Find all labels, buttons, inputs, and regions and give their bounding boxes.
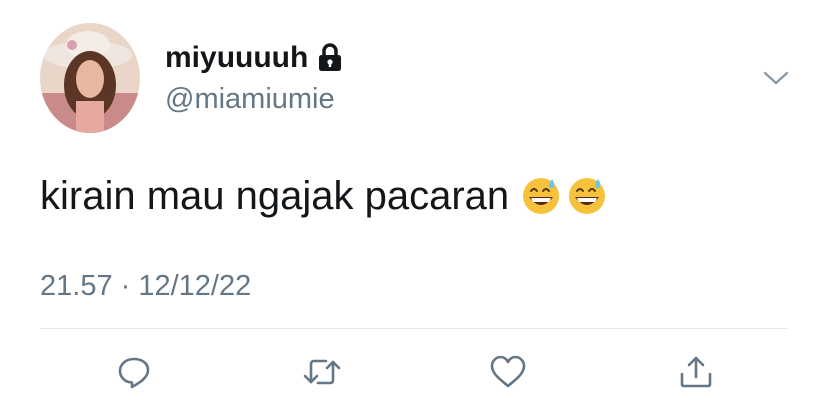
retweet-icon [303,359,341,385]
display-name-text: miyuuuuh [165,41,309,74]
share-button[interactable] [676,352,716,392]
reply-button[interactable] [114,352,154,392]
grinning-face-with-sweat-icon [523,178,560,214]
heart-icon [490,355,526,388]
retweet-button[interactable] [302,352,342,392]
lock-icon [316,43,344,73]
tweet-body: kirain mau ngajak pacaran [40,171,607,221]
reply-icon [118,357,150,389]
tweet-text: kirain mau ngajak pacaran [40,174,510,218]
timestamp[interactable]: 21.57 · 12/12/22 [40,268,251,304]
avatar[interactable] [40,23,140,133]
tweet-card: miyuuuuh @miamiumie kirain mau ngajak pa… [0,0,828,417]
share-icon [680,356,712,388]
divider [40,328,788,329]
chevron-down-icon[interactable] [760,62,792,94]
display-name[interactable]: miyuuuuh [165,40,344,76]
avatar-image [40,23,140,133]
grinning-face-with-sweat-icon [569,178,606,214]
username-handle[interactable]: @miamiumie [165,82,335,116]
like-button[interactable] [488,352,528,392]
